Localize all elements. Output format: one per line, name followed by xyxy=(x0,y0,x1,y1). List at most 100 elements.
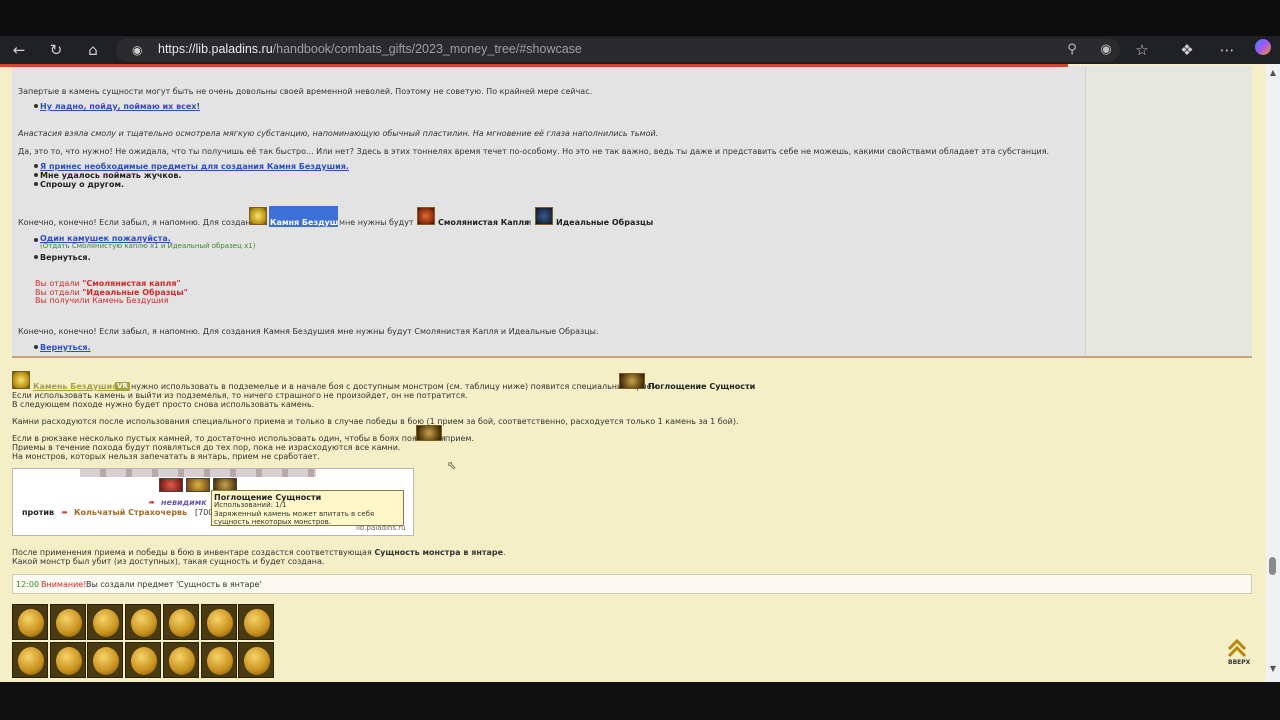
info-line-5b: прием. xyxy=(445,434,475,443)
amber-essence-item[interactable] xyxy=(49,642,86,678)
more-icon[interactable]: ⋯ xyxy=(1215,38,1239,62)
dialog-text-1: Запертые в камень сущности могут быть не… xyxy=(18,87,593,96)
dialog-dot: . xyxy=(646,218,649,227)
item-name-samples[interactable]: Идеальные Образцы xyxy=(556,218,653,227)
info-line-8a: После применения приема и победы в бою в… xyxy=(12,548,372,557)
amber-egg-icon xyxy=(206,609,233,637)
dialog-option-bugs[interactable]: Мне удалось поймать жучков. xyxy=(40,171,181,180)
amber-egg-icon xyxy=(206,647,233,675)
dialog-option-return-2[interactable]: Вернуться. xyxy=(40,343,91,352)
skill-tooltip: Поглощение Сущности Использований: 1/1 З… xyxy=(211,490,404,526)
amber-essence-item[interactable] xyxy=(200,642,237,678)
ideal-samples-icon[interactable] xyxy=(535,207,553,225)
tooltip-desc-2: сущность некоторых монстров. xyxy=(214,518,331,526)
amber-essence-item[interactable] xyxy=(238,604,275,640)
notice-time: 12:00 xyxy=(16,580,40,589)
bullet xyxy=(34,238,38,242)
dialog-option-return[interactable]: Вернуться. xyxy=(40,253,91,262)
log-received-stone: Вы получили Камень Бездушия xyxy=(35,296,169,305)
log-gave-resin: Вы отдали "Смолянистая капля" xyxy=(35,279,181,288)
info-line-2: Если использовать камень и выйти из подз… xyxy=(12,391,468,400)
dialog-text-and: и xyxy=(526,218,532,227)
tooltip-uses: Использований: 1/1 xyxy=(214,501,287,509)
back-to-top-label: ВВЕРХ xyxy=(1228,659,1251,666)
info-dot: . xyxy=(747,382,750,391)
item-badge: VR xyxy=(115,382,130,391)
dialog-text-3: Конечно, конечно! Если забыл, я напомню.… xyxy=(18,218,261,227)
amber-egg-icon xyxy=(168,647,195,675)
scrollbar[interactable] xyxy=(1266,64,1280,682)
dialog-text-2: Да, это то, что нужно! Не ожидала, что т… xyxy=(18,147,1050,156)
back-to-top-button[interactable]: ВВЕРХ xyxy=(1226,637,1251,669)
amber-essence-item[interactable] xyxy=(162,642,199,678)
amber-essence-item[interactable] xyxy=(162,604,199,640)
window-bottom-edge xyxy=(0,682,1280,720)
amber-essence-item[interactable] xyxy=(49,604,86,640)
essence-absorb-skill-icon[interactable] xyxy=(619,373,645,389)
skill-bar xyxy=(80,469,316,477)
address-bar[interactable]: ◉ https://lib.paladins.ru/handbook/comba… xyxy=(116,38,1120,62)
scrollbar-thumb[interactable] xyxy=(1269,557,1276,575)
mouse-cursor-icon: ⬁ xyxy=(447,459,457,472)
amber-essence-item[interactable] xyxy=(238,642,275,678)
back-icon[interactable]: ← xyxy=(7,38,31,62)
info-icon[interactable]: ◉ xyxy=(132,42,146,58)
versus-label: против xyxy=(22,508,55,517)
notice-label: Внимание! xyxy=(41,580,87,589)
dialog-option-bring-items[interactable]: Я принес необходимые предметы для создан… xyxy=(40,162,349,171)
skill-slot-icon[interactable] xyxy=(159,478,183,492)
bullet xyxy=(34,345,38,349)
soulless-stone-icon[interactable] xyxy=(12,371,30,389)
browser-toolbar: ← ↻ ⌂ ◉ https://lib.paladins.ru/handbook… xyxy=(0,36,1280,64)
read-aloud-icon[interactable]: ◉ xyxy=(1096,40,1116,60)
url-text[interactable]: https://lib.paladins.ru/handbook/combats… xyxy=(158,42,582,56)
essence-absorb-skill-icon[interactable] xyxy=(416,425,442,441)
amber-egg-icon xyxy=(18,609,44,637)
reload-icon[interactable]: ↻ xyxy=(44,38,68,62)
amber-essence-item[interactable] xyxy=(12,642,48,678)
amber-essence-item[interactable] xyxy=(125,642,162,678)
resin-drop-icon[interactable] xyxy=(417,207,435,225)
dialog-text-3b: мне нужны будут xyxy=(339,218,414,227)
notice-text: Вы создали предмет 'Сущность в янтаре' xyxy=(86,580,262,589)
essence-name: Сущность монстра в янтаре xyxy=(374,548,504,557)
info-dot: . xyxy=(503,548,506,557)
home-icon[interactable]: ⌂ xyxy=(81,38,105,62)
stone-name-link[interactable]: Камень Бездушия xyxy=(33,382,117,391)
amber-essence-item[interactable] xyxy=(125,604,162,640)
dialog-option-catch[interactable]: Ну ладно, пойду, поймаю их всех! xyxy=(40,102,200,111)
zoom-icon[interactable]: ⚲ xyxy=(1062,40,1082,60)
copilot-icon[interactable] xyxy=(1251,38,1275,62)
amber-egg-icon xyxy=(18,647,44,675)
skill-slot-icon[interactable] xyxy=(186,478,210,492)
amber-egg-icon xyxy=(55,647,82,675)
soulless-stone-icon[interactable] xyxy=(249,207,267,225)
section-divider xyxy=(12,356,1252,358)
info-line-7: На монстров, которых нельзя запечатать в… xyxy=(12,452,320,461)
info-line-3: В следующем походе нужно будет просто сн… xyxy=(12,400,315,409)
chevron-up-icon xyxy=(1227,638,1247,658)
item-name-resin[interactable]: Смолянистая Капля xyxy=(438,218,529,227)
amber-egg-icon xyxy=(93,609,120,637)
system-notice: 12:00 Внимание! Вы создали предмет 'Сущн… xyxy=(12,574,1252,594)
info-line-8: После применения приема и победы в бою в… xyxy=(12,548,506,557)
amber-egg-icon xyxy=(244,609,271,637)
extensions-icon[interactable]: ❖ xyxy=(1175,38,1199,62)
amber-essence-item[interactable] xyxy=(200,604,237,640)
amber-essence-item[interactable] xyxy=(12,604,48,640)
amber-essence-item[interactable] xyxy=(87,604,124,640)
scroll-down-icon[interactable]: ▼ xyxy=(1268,664,1278,674)
amber-egg-icon xyxy=(131,609,158,637)
scroll-up-icon[interactable]: ▲ xyxy=(1268,68,1278,78)
log-item: "Смолянистая капля" xyxy=(82,279,181,288)
amber-egg-icon xyxy=(93,647,120,675)
favorite-icon[interactable]: ☆ xyxy=(1130,38,1154,62)
dialog-option-other[interactable]: Спрошу о другом. xyxy=(40,180,124,189)
enemy-name[interactable]: Кольчатый Страхочервь xyxy=(74,508,187,517)
bullet xyxy=(34,255,38,259)
bullet xyxy=(34,173,38,177)
amber-essence-item[interactable] xyxy=(87,642,124,678)
info-line-9: Какой монстр был убит (из доступных), та… xyxy=(12,557,325,566)
dialog-option-cost-note: (Отдать Смолянистую каплю x1 и Идеальный… xyxy=(40,242,256,250)
item-name-stone[interactable]: Камня Бездушия xyxy=(270,218,349,227)
